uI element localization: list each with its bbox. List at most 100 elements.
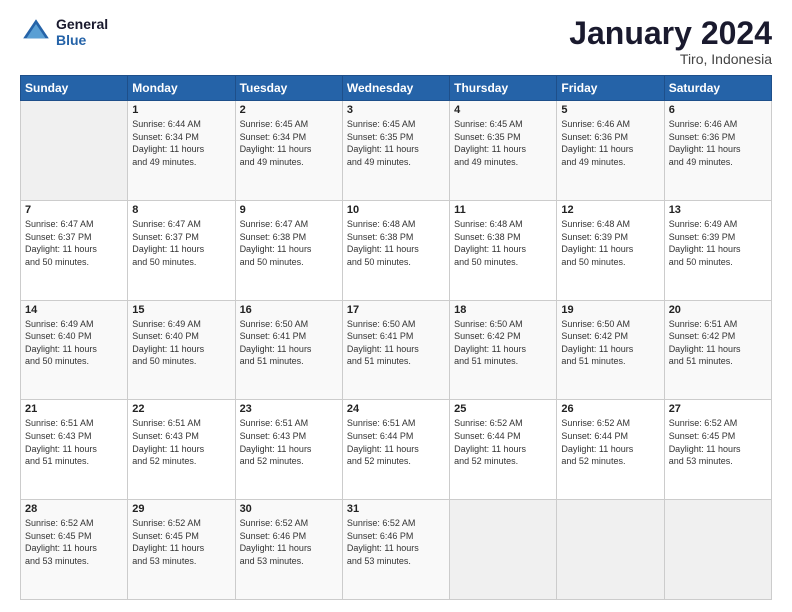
day-info: Sunrise: 6:48 AM Sunset: 6:39 PM Dayligh… bbox=[561, 218, 659, 268]
day-info: Sunrise: 6:51 AM Sunset: 6:44 PM Dayligh… bbox=[347, 417, 445, 467]
day-number: 21 bbox=[25, 403, 123, 415]
col-monday: Monday bbox=[128, 76, 235, 101]
calendar-week-row: 21 Sunrise: 6:51 AM Sunset: 6:43 PM Dayli… bbox=[21, 400, 772, 500]
day-info: Sunrise: 6:52 AM Sunset: 6:45 PM Dayligh… bbox=[25, 517, 123, 567]
col-friday: Friday bbox=[557, 76, 664, 101]
day-number: 27 bbox=[669, 403, 767, 415]
day-info: Sunrise: 6:49 AM Sunset: 6:39 PM Dayligh… bbox=[669, 218, 767, 268]
calendar-week-row: 28 Sunrise: 6:52 AM Sunset: 6:45 PM Dayli… bbox=[21, 500, 772, 600]
day-info: Sunrise: 6:45 AM Sunset: 6:34 PM Dayligh… bbox=[240, 118, 338, 168]
day-number: 29 bbox=[132, 503, 230, 515]
day-info: Sunrise: 6:52 AM Sunset: 6:44 PM Dayligh… bbox=[454, 417, 552, 467]
day-info: Sunrise: 6:44 AM Sunset: 6:34 PM Dayligh… bbox=[132, 118, 230, 168]
table-row: 16Sunrise: 6:50 AM Sunset: 6:41 PM Dayli… bbox=[235, 300, 342, 400]
day-number: 26 bbox=[561, 403, 659, 415]
table-row: 2 Sunrise: 6:45 AM Sunset: 6:34 PM Daylig… bbox=[235, 101, 342, 201]
day-info: Sunrise: 6:45 AM Sunset: 6:35 PM Dayligh… bbox=[347, 118, 445, 168]
day-number: 6 bbox=[669, 104, 767, 116]
day-info: Sunrise: 6:46 AM Sunset: 6:36 PM Dayligh… bbox=[669, 118, 767, 168]
calendar-week-row: 14Sunrise: 6:49 AM Sunset: 6:40 PM Dayli… bbox=[21, 300, 772, 400]
calendar-table: Sunday Monday Tuesday Wednesday Thursday… bbox=[20, 75, 772, 600]
table-row: 27 Sunrise: 6:52 AM Sunset: 6:45 PM Dayli… bbox=[664, 400, 771, 500]
day-info: Sunrise: 6:48 AM Sunset: 6:38 PM Dayligh… bbox=[347, 218, 445, 268]
day-number: 12 bbox=[561, 204, 659, 216]
day-number: 25 bbox=[454, 403, 552, 415]
day-info: Sunrise: 6:45 AM Sunset: 6:35 PM Dayligh… bbox=[454, 118, 552, 168]
calendar-body: 1 Sunrise: 6:44 AM Sunset: 6:34 PM Daylig… bbox=[21, 101, 772, 600]
day-number: 11 bbox=[454, 204, 552, 216]
table-row: 10 Sunrise: 6:48 AM Sunset: 6:38 PM Dayli… bbox=[342, 200, 449, 300]
day-number: 7 bbox=[25, 204, 123, 216]
day-info: Sunrise: 6:46 AM Sunset: 6:36 PM Dayligh… bbox=[561, 118, 659, 168]
day-number: 9 bbox=[240, 204, 338, 216]
day-number: 20 bbox=[669, 304, 767, 316]
day-info: Sunrise: 6:47 AM Sunset: 6:37 PM Dayligh… bbox=[132, 218, 230, 268]
table-row: 17 Sunrise: 6:50 AM Sunset: 6:41 PM Dayli… bbox=[342, 300, 449, 400]
table-row: 19Sunrise: 6:50 AM Sunset: 6:42 PM Dayli… bbox=[557, 300, 664, 400]
day-info: Sunrise: 6:50 AM Sunset: 6:41 PM Dayligh… bbox=[240, 318, 338, 368]
col-wednesday: Wednesday bbox=[342, 76, 449, 101]
day-number: 1 bbox=[132, 104, 230, 116]
subtitle: Tiro, Indonesia bbox=[569, 51, 772, 67]
table-row: 29 Sunrise: 6:52 AM Sunset: 6:45 PM Dayli… bbox=[128, 500, 235, 600]
day-number: 15 bbox=[132, 304, 230, 316]
day-number: 22 bbox=[132, 403, 230, 415]
table-row bbox=[450, 500, 557, 600]
table-row: 20Sunrise: 6:51 AM Sunset: 6:42 PM Dayli… bbox=[664, 300, 771, 400]
day-number: 4 bbox=[454, 104, 552, 116]
day-info: Sunrise: 6:49 AM Sunset: 6:40 PM Dayligh… bbox=[25, 318, 123, 368]
table-row: 3 Sunrise: 6:45 AM Sunset: 6:35 PM Daylig… bbox=[342, 101, 449, 201]
day-info: Sunrise: 6:52 AM Sunset: 6:45 PM Dayligh… bbox=[669, 417, 767, 467]
table-row: 26 Sunrise: 6:52 AM Sunset: 6:44 PM Dayli… bbox=[557, 400, 664, 500]
table-row: 7 Sunrise: 6:47 AM Sunset: 6:37 PM Daylig… bbox=[21, 200, 128, 300]
day-number: 30 bbox=[240, 503, 338, 515]
table-row: 22 Sunrise: 6:51 AM Sunset: 6:43 PM Dayli… bbox=[128, 400, 235, 500]
logo-icon bbox=[20, 16, 52, 48]
day-info: Sunrise: 6:51 AM Sunset: 6:43 PM Dayligh… bbox=[240, 417, 338, 467]
day-number: 13 bbox=[669, 204, 767, 216]
table-row: 9 Sunrise: 6:47 AM Sunset: 6:38 PM Daylig… bbox=[235, 200, 342, 300]
day-number: 23 bbox=[240, 403, 338, 415]
day-info: Sunrise: 6:47 AM Sunset: 6:38 PM Dayligh… bbox=[240, 218, 338, 268]
day-number: 8 bbox=[132, 204, 230, 216]
day-info: Sunrise: 6:49 AM Sunset: 6:40 PM Dayligh… bbox=[132, 318, 230, 368]
table-row: 5 Sunrise: 6:46 AM Sunset: 6:36 PM Daylig… bbox=[557, 101, 664, 201]
day-info: Sunrise: 6:50 AM Sunset: 6:42 PM Dayligh… bbox=[561, 318, 659, 368]
table-row: 24 Sunrise: 6:51 AM Sunset: 6:44 PM Dayli… bbox=[342, 400, 449, 500]
calendar-header: Sunday Monday Tuesday Wednesday Thursday… bbox=[21, 76, 772, 101]
table-row: 30 Sunrise: 6:52 AM Sunset: 6:46 PM Dayli… bbox=[235, 500, 342, 600]
day-info: Sunrise: 6:51 AM Sunset: 6:43 PM Dayligh… bbox=[132, 417, 230, 467]
day-number: 10 bbox=[347, 204, 445, 216]
col-tuesday: Tuesday bbox=[235, 76, 342, 101]
col-saturday: Saturday bbox=[664, 76, 771, 101]
logo: General Blue bbox=[20, 16, 108, 48]
day-number: 28 bbox=[25, 503, 123, 515]
day-number: 31 bbox=[347, 503, 445, 515]
table-row bbox=[21, 101, 128, 201]
table-row: 31Sunrise: 6:52 AM Sunset: 6:46 PM Dayli… bbox=[342, 500, 449, 600]
day-info: Sunrise: 6:52 AM Sunset: 6:46 PM Dayligh… bbox=[240, 517, 338, 567]
day-number: 5 bbox=[561, 104, 659, 116]
table-row: 15 Sunrise: 6:49 AM Sunset: 6:40 PM Dayli… bbox=[128, 300, 235, 400]
day-info: Sunrise: 6:47 AM Sunset: 6:37 PM Dayligh… bbox=[25, 218, 123, 268]
day-number: 2 bbox=[240, 104, 338, 116]
day-number: 17 bbox=[347, 304, 445, 316]
calendar-week-row: 1 Sunrise: 6:44 AM Sunset: 6:34 PM Daylig… bbox=[21, 101, 772, 201]
logo-text: General Blue bbox=[56, 16, 108, 48]
col-sunday: Sunday bbox=[21, 76, 128, 101]
table-row: 23 Sunrise: 6:51 AM Sunset: 6:43 PM Dayli… bbox=[235, 400, 342, 500]
table-row: 12 Sunrise: 6:48 AM Sunset: 6:39 PM Dayli… bbox=[557, 200, 664, 300]
table-row: 1 Sunrise: 6:44 AM Sunset: 6:34 PM Daylig… bbox=[128, 101, 235, 201]
page: General Blue January 2024 Tiro, Indonesi… bbox=[0, 0, 792, 612]
day-info: Sunrise: 6:50 AM Sunset: 6:41 PM Dayligh… bbox=[347, 318, 445, 368]
table-row: 18Sunrise: 6:50 AM Sunset: 6:42 PM Dayli… bbox=[450, 300, 557, 400]
day-number: 3 bbox=[347, 104, 445, 116]
table-row: 25 Sunrise: 6:52 AM Sunset: 6:44 PM Dayli… bbox=[450, 400, 557, 500]
day-number: 24 bbox=[347, 403, 445, 415]
table-row: 11Sunrise: 6:48 AM Sunset: 6:38 PM Dayli… bbox=[450, 200, 557, 300]
day-info: Sunrise: 6:52 AM Sunset: 6:44 PM Dayligh… bbox=[561, 417, 659, 467]
table-row: 28 Sunrise: 6:52 AM Sunset: 6:45 PM Dayli… bbox=[21, 500, 128, 600]
day-info: Sunrise: 6:52 AM Sunset: 6:45 PM Dayligh… bbox=[132, 517, 230, 567]
table-row bbox=[557, 500, 664, 600]
table-row: 4 Sunrise: 6:45 AM Sunset: 6:35 PM Daylig… bbox=[450, 101, 557, 201]
